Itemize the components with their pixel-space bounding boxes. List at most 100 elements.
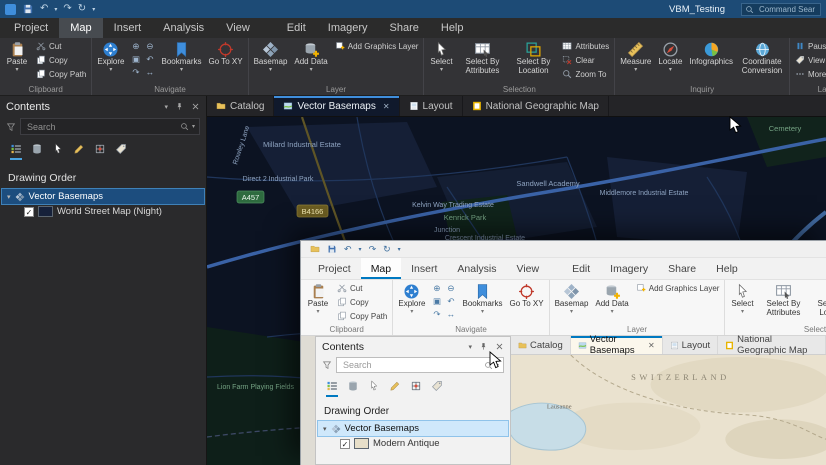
tab-project[interactable]: Project [3, 18, 59, 38]
full-extent-icon[interactable]: ▣ [129, 53, 142, 65]
tab-edit[interactable]: Edit [276, 18, 317, 38]
layer-visibility-checkbox[interactable]: ✓ [340, 438, 350, 449]
app-logo-icon[interactable] [5, 3, 16, 15]
close-pane-icon[interactable] [191, 102, 200, 111]
infographics-button[interactable]: Infographics [687, 40, 735, 68]
search-options-caret-icon[interactable]: ▾ [496, 362, 499, 369]
pane-menu-caret-icon[interactable]: ▾ [164, 103, 168, 111]
next-extent-icon[interactable]: ↷ [129, 66, 142, 78]
fixed-zoom-out-icon[interactable]: ⊖ [444, 282, 457, 294]
contents-tab-labeling[interactable] [431, 380, 443, 397]
select-by-location-button[interactable]: Select By Location [509, 40, 557, 77]
layer-row[interactable]: ✓ Modern Antique [318, 436, 508, 451]
select-button[interactable]: Select ▾ [728, 282, 756, 316]
view-unplaced-button[interactable]: View Unplaced [793, 54, 826, 66]
inner-tab-analysis[interactable]: Analysis [447, 258, 506, 279]
contents-tab-drawing-order[interactable] [10, 143, 22, 160]
close-pane-icon[interactable] [495, 342, 504, 351]
next-extent-icon[interactable]: ↷ [430, 308, 443, 320]
cut-button[interactable]: Cut [34, 40, 88, 52]
inner-tab-imagery[interactable]: Imagery [600, 258, 658, 279]
refresh-icon[interactable]: ↻ [383, 244, 391, 255]
tab-help[interactable]: Help [430, 18, 475, 38]
undo-caret-icon[interactable]: ▾ [54, 6, 57, 13]
fixed-zoom-out-icon[interactable]: ⊖ [143, 40, 156, 52]
pause-labeling-button[interactable]: Pause [793, 40, 826, 52]
contents-search[interactable]: ▾ [20, 118, 200, 135]
inner-view-tab-national-geographic-map[interactable]: National Geographic Map [718, 334, 826, 356]
bookmarks-button[interactable]: Bookmarks ▾ [159, 40, 203, 74]
contents-tab-editing[interactable] [389, 380, 401, 397]
redo-icon[interactable]: ↷ [63, 4, 71, 14]
expand-twisty-icon[interactable]: ▾ [7, 193, 11, 201]
tab-analysis[interactable]: Analysis [152, 18, 215, 38]
bookmarks-button[interactable]: Bookmarks ▾ [460, 282, 504, 316]
basemap-button[interactable]: Basemap ▾ [553, 282, 591, 316]
open-project-icon[interactable] [310, 244, 320, 254]
inner-tab-edit[interactable]: Edit [562, 258, 600, 279]
layer-group-row[interactable]: ▾ Vector Basemaps [1, 188, 205, 205]
tab-map[interactable]: Map [59, 18, 103, 38]
select-by-attributes-button[interactable]: Select By Attributes [759, 282, 807, 319]
search-options-caret-icon[interactable]: ▾ [192, 123, 195, 130]
explore-button[interactable]: Explore ▾ [95, 40, 126, 74]
pin-icon[interactable] [479, 342, 488, 351]
inner-tab-project[interactable]: Project [308, 258, 361, 279]
toolbar-customize-caret-icon[interactable]: ▾ [398, 246, 401, 253]
explore-button[interactable]: Explore ▾ [396, 282, 427, 316]
toolbar-customize-caret-icon[interactable]: ▾ [92, 6, 95, 13]
command-search-input[interactable] [757, 3, 817, 15]
filter-icon[interactable] [322, 360, 332, 370]
pan-icon[interactable]: ↔ [444, 308, 457, 320]
tab-insert[interactable]: Insert [103, 18, 153, 38]
command-search[interactable] [741, 2, 821, 16]
tab-imagery[interactable]: Imagery [317, 18, 379, 38]
inner-tab-help[interactable]: Help [706, 258, 748, 279]
layer-group-row[interactable]: ▾ Vector Basemaps [317, 420, 509, 437]
view-tab-vector-basemaps[interactable]: Vector Basemaps ✕ [274, 96, 400, 116]
inner-tab-map[interactable]: Map [360, 258, 402, 279]
cut-button[interactable]: Cut [335, 282, 389, 294]
expand-twisty-icon[interactable]: ▾ [323, 425, 327, 433]
measure-button[interactable]: Measure ▾ [618, 40, 653, 74]
layer-visibility-checkbox[interactable]: ✓ [24, 206, 34, 217]
inner-view-tab-vector-basemaps[interactable]: Vector Basemaps ✕ [570, 334, 663, 356]
undo-icon[interactable]: ↶ [344, 244, 352, 255]
redo-icon[interactable]: ↷ [369, 244, 377, 255]
zoom-full-extent-icon[interactable]: ⊕ [430, 282, 443, 294]
copy-path-button[interactable]: Copy Path [34, 68, 88, 80]
zoom-full-extent-icon[interactable]: ⊕ [129, 40, 142, 52]
contents-tab-drawing-order[interactable] [326, 380, 338, 397]
go-to-xy-button[interactable]: Go To XY [207, 40, 245, 68]
zoom-to-button[interactable]: Zoom To [560, 68, 611, 80]
previous-extent-icon[interactable]: ↶ [444, 295, 457, 307]
inner-view-tab-catalog[interactable]: Catalog [511, 336, 571, 354]
undo-icon[interactable]: ↶ [40, 4, 48, 14]
view-tab-layout[interactable]: Layout [400, 96, 463, 116]
previous-extent-icon[interactable]: ↶ [143, 53, 156, 65]
pin-icon[interactable] [175, 102, 184, 111]
go-to-xy-button[interactable]: Go To XY [508, 282, 546, 310]
copy-button[interactable]: Copy [335, 296, 389, 308]
inner-tab-share[interactable]: Share [658, 258, 706, 279]
basemap-button[interactable]: Basemap ▾ [252, 40, 290, 74]
contents-tab-data-source[interactable] [31, 143, 43, 160]
contents-tab-data-source[interactable] [347, 380, 359, 397]
inner-contents-search-input[interactable] [341, 359, 481, 371]
copy-button[interactable]: Copy [34, 54, 88, 66]
inner-map-view[interactable]: SWITZERLAND Lausanne [511, 355, 826, 465]
layer-row[interactable]: ✓ World Street Map (Night) [2, 204, 204, 219]
inner-contents-search[interactable]: ▾ [336, 357, 504, 373]
pane-menu-caret-icon[interactable]: ▾ [468, 343, 472, 351]
full-extent-icon[interactable]: ▣ [430, 295, 443, 307]
filter-icon[interactable] [6, 122, 16, 132]
tab-share[interactable]: Share [379, 18, 430, 38]
clear-button[interactable]: Clear [560, 54, 611, 66]
contents-tab-snapping[interactable] [94, 143, 106, 160]
copy-path-button[interactable]: Copy Path [335, 310, 389, 322]
attributes-button[interactable]: Attributes [560, 40, 611, 52]
refresh-icon[interactable]: ↻ [78, 4, 86, 14]
paste-button[interactable]: Paste ▾ [304, 282, 332, 316]
inner-view-tab-layout[interactable]: Layout [663, 336, 719, 354]
paste-button[interactable]: Paste ▾ [3, 40, 31, 74]
